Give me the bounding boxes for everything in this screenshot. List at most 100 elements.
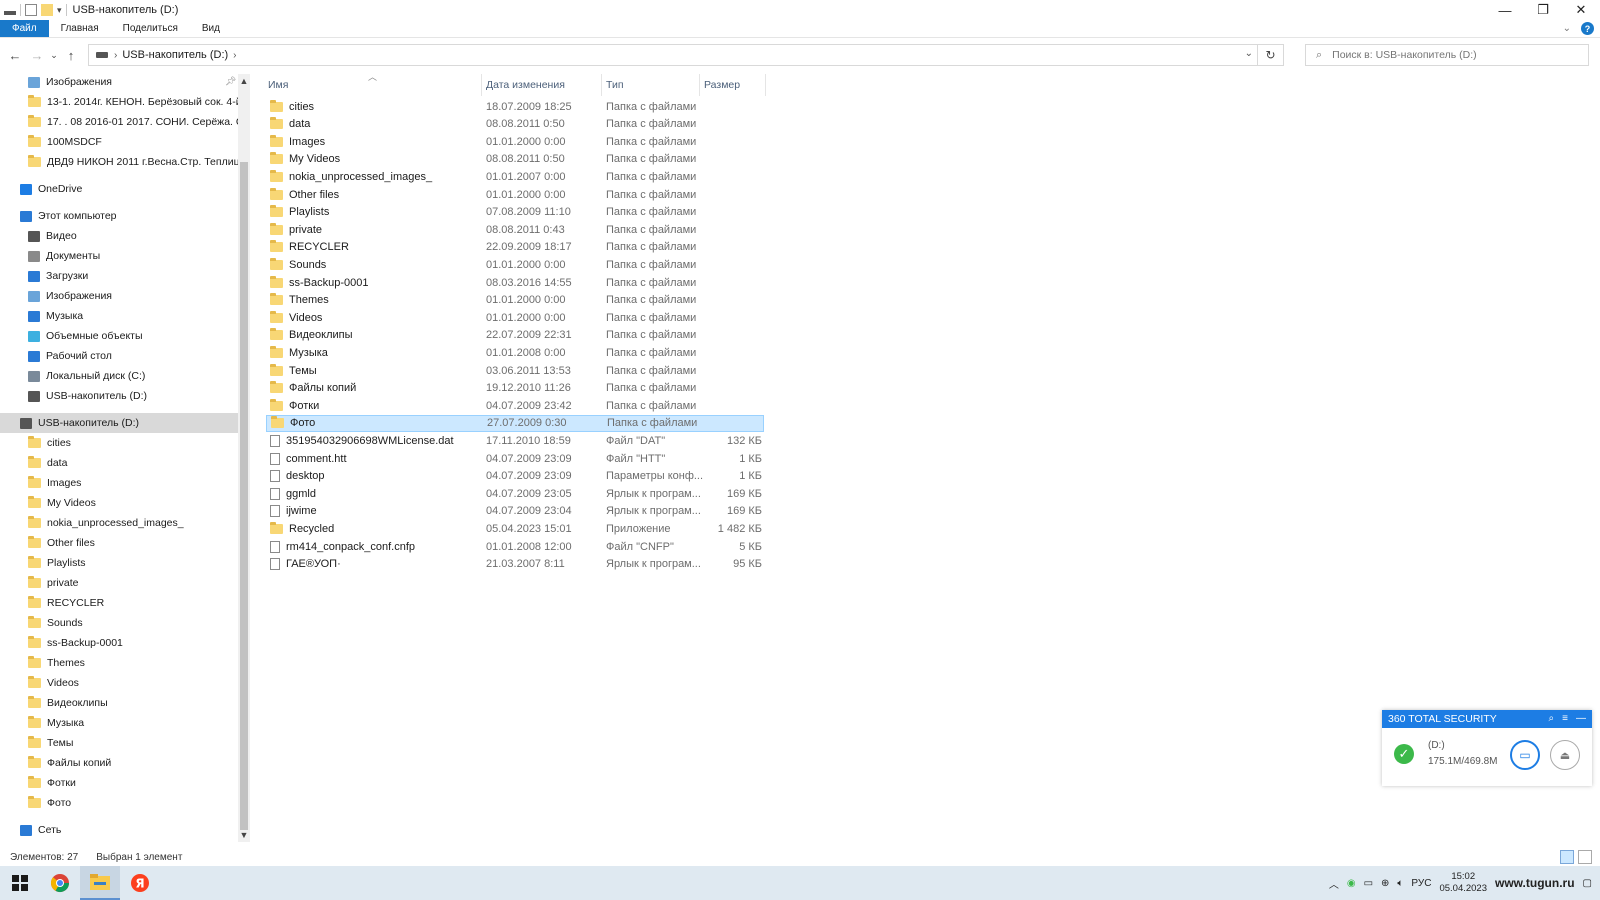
table-row[interactable]: Recycled 05.04.2023 15:01 Приложение 1 482 … [266,520,764,537]
table-row[interactable]: ГАЕ®УОП· 21.03.2007 8:11 Ярлык к програм..… [266,556,764,573]
eject-button[interactable]: ⏏ [1550,740,1580,770]
scroll-down-icon[interactable]: ▼ [238,830,250,840]
table-row[interactable]: ijwime 04.07.2009 23:04 Ярлык к програм...… [266,503,764,520]
sidebar-folder-item[interactable]: nokia_unprocessed_images_ [0,513,238,533]
table-row[interactable]: desktop 04.07.2009 23:09 Параметры конф...… [266,468,764,485]
table-row[interactable]: Файлы копий 19.12.2010 11:26 Папка с файла… [266,380,764,397]
table-row[interactable]: ggmld 04.07.2009 23:05 Ярлык к програм... 1… [266,485,764,502]
expand-ribbon-icon[interactable]: ⌄ [1563,23,1571,34]
pin-icon[interactable]: 📌︎ [225,76,236,87]
table-row[interactable]: 351954032906698WMLicense.dat 17.11.2010 1… [266,432,764,449]
close-button[interactable]: ✕ [1562,0,1600,20]
explorer-menu-icon[interactable] [4,11,16,15]
table-row[interactable]: rm414_conpack_conf.cnfp 01.01.2008 12:00 Ф… [266,538,764,555]
tab-file[interactable]: Файл [0,20,49,37]
sidebar-folder-item[interactable]: Видеоклипы [0,693,238,713]
sidebar-folder-item[interactable]: Images [0,473,238,493]
explorer-taskbar-button[interactable] [80,866,120,900]
customize-toolbar-icon[interactable]: ▾ [57,5,62,16]
table-row[interactable]: Videos 01.01.2000 0:00 Папка с файлами [266,309,764,326]
table-row[interactable]: nokia_unprocessed_images_ 01.01.2007 0:00… [266,168,764,185]
table-row[interactable]: Playlists 07.08.2009 11:10 Папка с файлами [266,204,764,221]
sidebar-item-pc[interactable]: Документы [0,246,238,266]
refresh-icon[interactable]: ↻ [1257,45,1283,65]
address-bar[interactable]: › USB-накопитель (D:) › ⌄ ↻ [88,44,1284,66]
sidebar-folder-item[interactable]: Файлы копий [0,753,238,773]
quick-access-item[interactable]: 100MSDCF [0,132,238,152]
maximize-button[interactable]: ❐ [1524,0,1562,20]
sidebar-item-this-pc[interactable]: Этот компьютер [0,206,238,226]
chrome-taskbar-button[interactable] [40,866,80,900]
sidebar-item-pc[interactable]: Рабочий стол [0,346,238,366]
minimize-button[interactable]: — [1486,0,1524,20]
notifications-icon[interactable]: ▢ [1583,878,1592,889]
table-row[interactable]: Sounds 01.01.2000 0:00 Папка с файлами [266,256,764,273]
sidebar-item-usb-drive[interactable]: USB-накопитель (D:) [0,413,238,433]
chevron-right-icon[interactable]: › [114,50,117,61]
sidebar-item-pc[interactable]: Видео [0,226,238,246]
show-hidden-icons-icon[interactable]: ︿ [1329,876,1339,891]
details-view-icon[interactable] [1560,850,1574,864]
quick-access-item[interactable]: Изображения 📌︎ [0,74,238,92]
back-arrow-icon[interactable]: ← [4,44,26,66]
table-row[interactable]: Фотки 04.07.2009 23:42 Папка с файлами [266,397,764,414]
chevron-down-icon[interactable]: ⌄ [1245,48,1253,59]
table-row[interactable]: Other files 01.01.2000 0:00 Папка с файлам… [266,186,764,203]
sidebar-folder-item[interactable]: Other files [0,533,238,553]
clock[interactable]: 15:02 05.04.2023 [1439,871,1487,895]
recent-locations-icon[interactable]: ⌄ [48,44,60,66]
table-row[interactable]: Themes 01.01.2000 0:00 Папка с файлами [266,292,764,309]
help-icon[interactable]: ? [1581,22,1594,35]
forward-arrow-icon[interactable]: → [26,44,48,66]
search-icon[interactable]: ⌕ [1549,713,1555,724]
table-row[interactable]: Видеоклипы 22.07.2009 22:31 Папка с файлам… [266,327,764,344]
sidebar-item-pc[interactable]: Музыка [0,306,238,326]
quick-access-item[interactable]: ДВД9 НИКОН 2011 г.Весна.Стр. Теплицы.В [0,152,238,172]
quick-access-item[interactable]: 13-1. 2014г. КЕНОН. Берёзовый сок. 4-й Р… [0,92,238,112]
sidebar-item-onedrive[interactable]: OneDrive [0,179,238,199]
security-tray-icon[interactable]: ◉ [1347,878,1356,889]
table-row[interactable]: cities 18.07.2009 18:25 Папка с файлами [266,98,764,115]
scroll-up-icon[interactable]: ▲ [238,76,250,86]
sidebar-folder-item[interactable]: Темы [0,733,238,753]
start-button[interactable] [0,866,40,900]
column-header-size[interactable]: Размер [700,74,766,96]
breadcrumb-drive[interactable]: USB-накопитель (D:) [122,49,228,61]
sidebar-item-pc[interactable]: Локальный диск (C:) [0,366,238,386]
sidebar-folder-item[interactable]: cities [0,433,238,453]
sidebar-folder-item[interactable]: Themes [0,653,238,673]
column-header-type[interactable]: Тип [602,74,700,96]
scroll-thumb[interactable] [240,162,248,830]
table-row[interactable]: My Videos 08.08.2011 0:50 Папка с файлами [266,151,764,168]
table-row[interactable]: Музыка 01.01.2008 0:00 Папка с файлами [266,344,764,361]
sidebar-item-pc[interactable]: Объемные объекты [0,326,238,346]
sidebar-folder-item[interactable]: data [0,453,238,473]
table-row[interactable]: comment.htt 04.07.2009 23:09 Файл "HTT" 1 К… [266,450,764,467]
sidebar-item-pc[interactable]: USB-накопитель (D:) [0,386,238,406]
sidebar-item-pc[interactable]: Изображения [0,286,238,306]
table-row[interactable]: Фото 27.07.2009 0:30 Папка с файлами [266,414,764,432]
sidebar-item-pc[interactable]: Загрузки [0,266,238,286]
sidebar-folder-item[interactable]: Videos [0,673,238,693]
usb-tray-icon[interactable]: ▭ [1364,878,1373,889]
tab-view[interactable]: Вид [190,20,232,37]
table-row[interactable]: data 08.08.2011 0:50 Папка с файлами [266,116,764,133]
sidebar-folder-item[interactable]: private [0,573,238,593]
sidebar-folder-item[interactable]: Фото [0,793,238,813]
search-input[interactable] [1332,49,1573,61]
sidebar-item-network[interactable]: Сеть [0,820,238,840]
search-box[interactable]: ⌕ [1305,44,1589,66]
table-row[interactable]: Images 01.01.2000 0:00 Папка с файлами [266,133,764,150]
sidebar-folder-item[interactable]: Фотки [0,773,238,793]
language-indicator[interactable]: РУС [1411,878,1431,889]
sidebar-folder-item[interactable]: RECYCLER [0,593,238,613]
network-icon[interactable]: ⊕ [1381,878,1389,889]
sidebar-folder-item[interactable]: Sounds [0,613,238,633]
quick-access-item[interactable]: 17. . 08 2016-01 2017. СОНИ. Серёжа. Сер… [0,112,238,132]
column-header-date[interactable]: Дата изменения [482,74,602,96]
sidebar-folder-item[interactable]: ss-Backup-0001 [0,633,238,653]
large-icons-view-icon[interactable] [1578,850,1592,864]
sidebar-folder-item[interactable]: My Videos [0,493,238,513]
up-arrow-icon[interactable]: ↑ [60,44,82,66]
menu-icon[interactable]: ≡ [1562,713,1568,724]
